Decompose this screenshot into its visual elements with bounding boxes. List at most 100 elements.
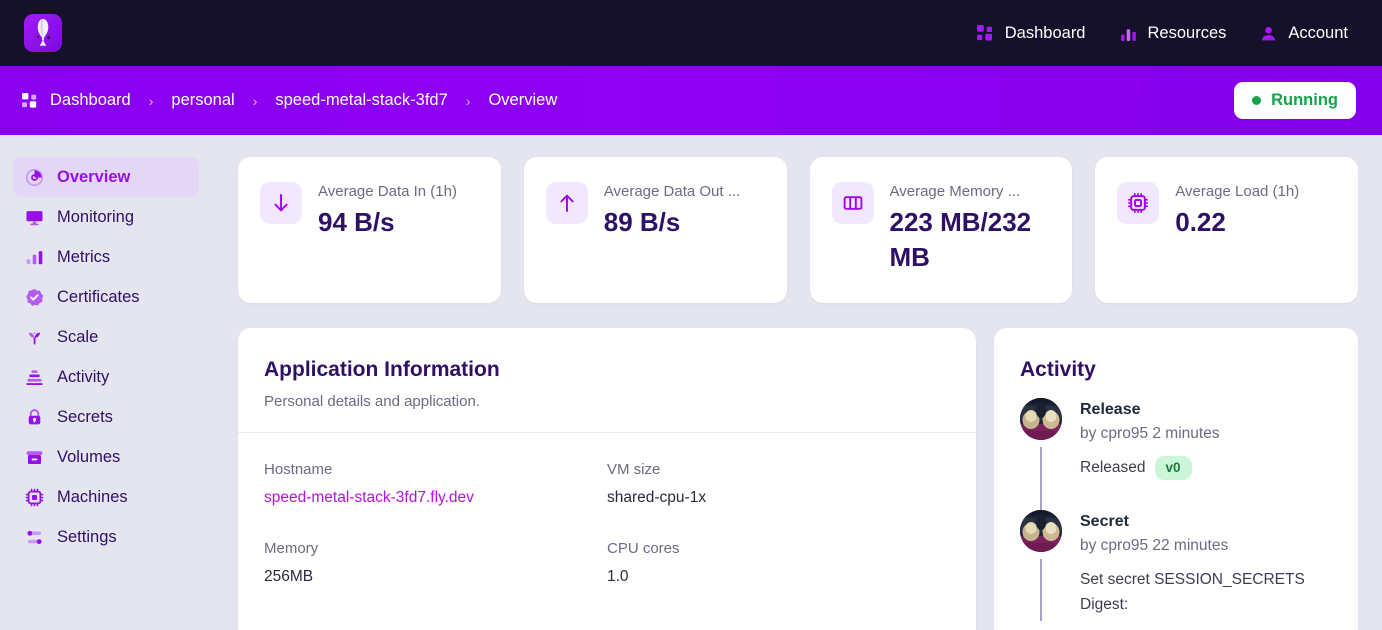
bar-chart-icon	[25, 248, 44, 267]
sidebar-item-settings[interactable]: Settings	[13, 517, 199, 557]
topnav-link-account[interactable]: Account	[1260, 24, 1348, 43]
topnav-link-resources[interactable]: Resources	[1120, 23, 1227, 43]
breadcrumb-item-overview: Overview	[488, 91, 558, 109]
topnav-label-dashboard: Dashboard	[1004, 23, 1086, 42]
layers-icon	[25, 368, 44, 387]
sidebar-item-monitoring[interactable]: Monitoring	[13, 197, 199, 237]
sidebar-item-volumes[interactable]: Volumes	[13, 437, 199, 477]
kpi-icon-box	[1117, 182, 1160, 224]
sidebar-label-secrets: Secrets	[57, 407, 113, 426]
sidebar-item-scale[interactable]: Scale	[13, 317, 199, 357]
pie-chart-icon	[25, 168, 44, 187]
badge-check-icon	[25, 288, 44, 307]
kpi-label: Average Memory ...	[889, 183, 1021, 200]
kpi-value: 89 B/s	[603, 207, 681, 237]
bar-chart-icon	[1120, 25, 1137, 42]
cpu-chip-icon	[1127, 192, 1149, 214]
kpi-card-data-out: Average Data Out ... 89 B/s	[523, 157, 787, 303]
activity-timeline-rail	[1040, 559, 1042, 621]
kpi-value: 94 B/s	[318, 207, 395, 237]
info-value: 256MB	[264, 568, 314, 585]
kpi-body: Average Memory ... 223 MB/232 MB	[890, 182, 1051, 275]
grid-icon	[976, 24, 994, 42]
sprout-icon	[25, 328, 44, 347]
sliders-icon	[25, 528, 44, 547]
sidebar-item-certificates[interactable]: Certificates	[13, 277, 199, 317]
activity-item-description: Released	[1080, 459, 1146, 476]
fly-balloon-logo[interactable]	[24, 14, 62, 52]
topnav-label-account: Account	[1288, 23, 1348, 42]
activity-item-body: Secret by cpro95 22 minutes Set secret S…	[1080, 510, 1332, 621]
kpi-card-memory: Average Memory ... 223 MB/232 MB	[809, 157, 1073, 303]
sidebar-item-activity[interactable]: Activity	[13, 357, 199, 397]
cpu-chip-icon	[25, 488, 44, 507]
panels-row: Application Information Personal details…	[238, 328, 1358, 630]
info-value: shared-cpu-1x	[607, 489, 707, 506]
arrow-down-icon	[270, 192, 292, 214]
user-icon	[1260, 25, 1277, 42]
info-value: 1.0	[607, 568, 629, 585]
activity-item-release[interactable]: Release by cpro95 2 minutes Released v0	[1020, 398, 1332, 510]
breadcrumb-item-app[interactable]: speed-metal-stack-3fd7	[275, 91, 447, 110]
status-dot-icon	[1252, 96, 1262, 105]
page-shell: Overview Monitoring Metrics Certificates	[0, 135, 1382, 630]
info-label: CPU cores	[607, 540, 680, 557]
breadcrumb-separator: ›	[148, 92, 154, 109]
kpi-label: Average Load (1h)	[1175, 183, 1300, 200]
sidebar-label-machines: Machines	[57, 487, 128, 506]
sidebar-item-metrics[interactable]: Metrics	[13, 237, 199, 277]
kpi-icon-box	[260, 182, 302, 224]
sidebar-label-settings: Settings	[57, 527, 117, 546]
main-content: Average Data In (1h) 94 B/s Average Data…	[212, 135, 1382, 630]
panel-header: Application Information Personal details…	[238, 328, 976, 432]
sidebar-item-machines[interactable]: Machines	[13, 477, 199, 517]
topnav-link-dashboard[interactable]: Dashboard	[976, 23, 1086, 43]
breadcrumb-separator: ›	[252, 92, 258, 109]
info-label: VM size	[607, 461, 661, 478]
breadcrumb-bar: Dashboard › personal › speed-metal-stack…	[0, 66, 1382, 135]
kpi-body: Average Data In (1h) 94 B/s	[318, 182, 457, 240]
panel-header: Activity	[994, 328, 1358, 398]
sidebar-item-secrets[interactable]: Secrets	[13, 397, 199, 437]
kpi-card-grid: Average Data In (1h) 94 B/s Average Data…	[238, 157, 1358, 303]
lock-icon	[25, 408, 44, 427]
sidebar-item-overview[interactable]: Overview	[13, 157, 199, 197]
breadcrumb-item-dashboard[interactable]: Dashboard	[50, 91, 131, 110]
application-info-grid: Hostname speed-metal-stack-3fd7.fly.dev …	[238, 433, 976, 612]
kpi-card-load: Average Load (1h) 0.22	[1095, 157, 1358, 303]
status-badge[interactable]: Running	[1234, 82, 1356, 119]
kpi-body: Average Load (1h) 0.22	[1175, 182, 1299, 240]
activity-item-description-row: Released v0	[1080, 455, 1332, 480]
page-title: Application Information	[264, 358, 500, 381]
status-badge-label: Running	[1271, 91, 1338, 109]
version-badge[interactable]: v0	[1154, 455, 1192, 480]
kpi-value: 0.22	[1175, 207, 1226, 237]
breadcrumb: Dashboard › personal › speed-metal-stack…	[22, 91, 557, 110]
sidebar-label-monitoring: Monitoring	[57, 207, 135, 226]
activity-item-description: Set secret SESSION_SECRETS Digest:	[1080, 571, 1305, 613]
avatar	[1020, 398, 1062, 440]
info-label: Memory	[264, 540, 319, 557]
hostname-link[interactable]: speed-metal-stack-3fd7.fly.dev	[264, 489, 607, 507]
breadcrumb-separator: ›	[465, 92, 471, 109]
sidebar-label-certificates: Certificates	[57, 287, 140, 306]
activity-item-meta: by cpro95 22 minutes	[1080, 537, 1229, 554]
arrow-up-icon	[556, 192, 578, 214]
grid-icon	[22, 92, 38, 109]
topnav-label-resources: Resources	[1147, 23, 1227, 42]
activity-panel: Activity Release by cpro95 2 minutes Rel…	[994, 328, 1358, 630]
sidebar-label-overview: Overview	[57, 167, 131, 186]
sidebar: Overview Monitoring Metrics Certificates	[0, 135, 212, 630]
activity-item-title: Release	[1080, 401, 1141, 418]
monitor-icon	[25, 208, 44, 227]
box-icon	[25, 448, 44, 467]
sidebar-label-activity: Activity	[57, 367, 110, 386]
kpi-value: 223 MB/232 MB	[889, 207, 1032, 272]
info-label: Hostname	[264, 461, 333, 478]
activity-item-left	[1020, 510, 1062, 621]
topnav-links: Dashboard Resources Account	[976, 23, 1348, 43]
breadcrumb-item-personal[interactable]: personal	[171, 91, 234, 110]
sidebar-label-scale: Scale	[57, 327, 99, 346]
kpi-body: Average Data Out ... 89 B/s	[604, 182, 740, 240]
activity-item-secret[interactable]: Secret by cpro95 22 minutes Set secret S…	[1020, 510, 1332, 621]
